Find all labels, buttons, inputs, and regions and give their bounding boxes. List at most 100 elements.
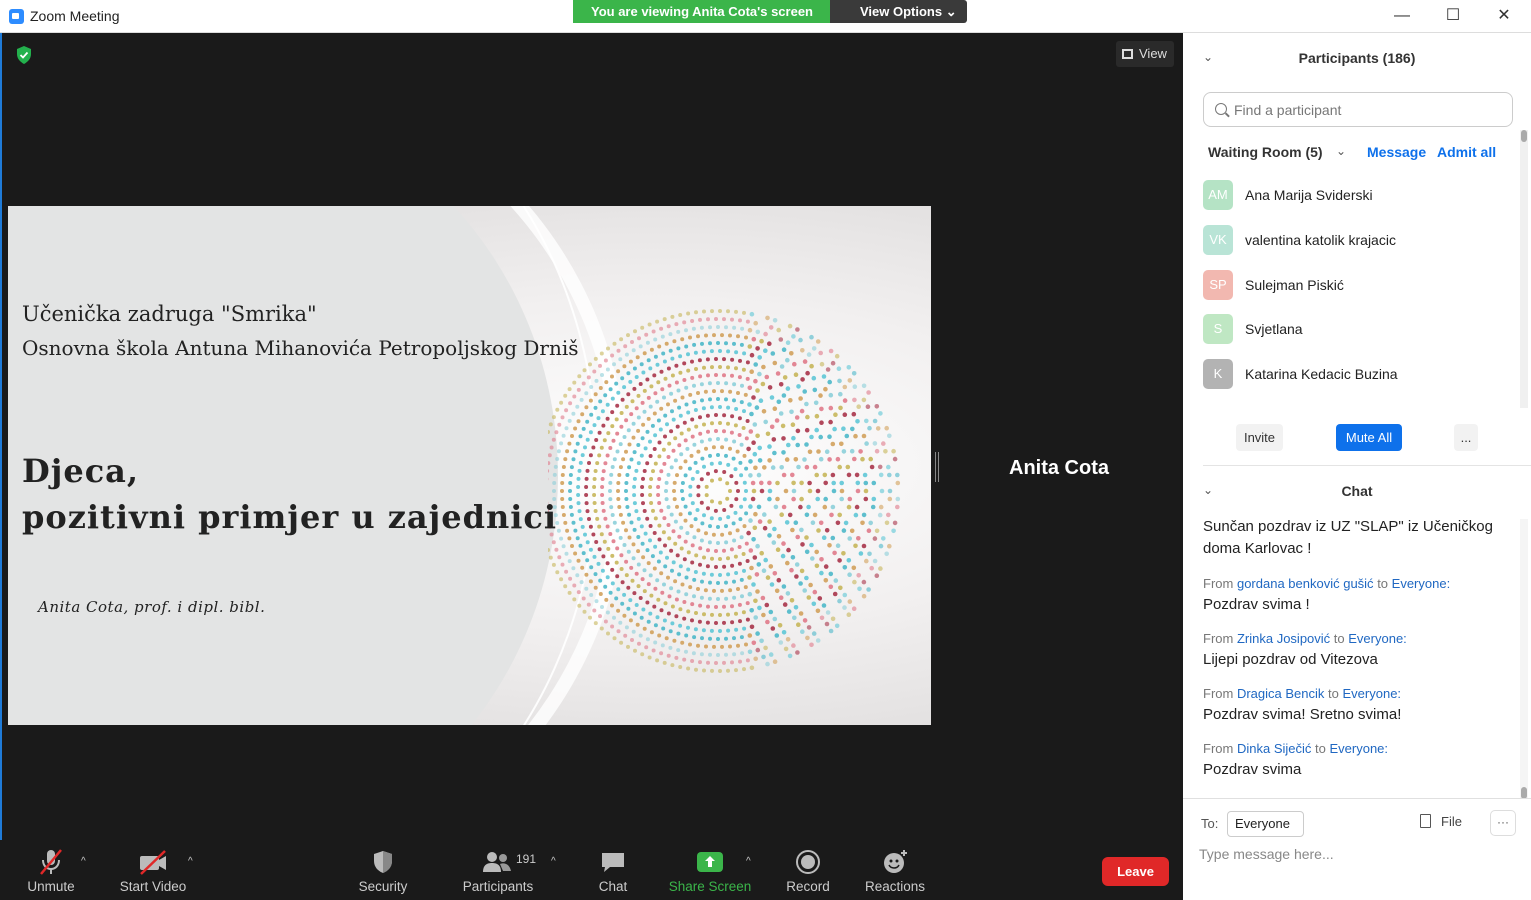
screen-share-banner: You are viewing Anita Cota's screen View… — [573, 0, 967, 23]
sender-name[interactable]: gordana benković gušić — [1237, 576, 1374, 591]
sender-name[interactable]: Dragica Bencik — [1237, 686, 1324, 701]
from-word: From — [1203, 741, 1234, 756]
audio-options-caret-icon[interactable]: ^ — [81, 856, 86, 867]
recipient-dropdown[interactable]: Everyone ⌄ — [1227, 811, 1304, 855]
share-screen-button[interactable]: Share Screen — [668, 848, 752, 894]
participants-scroll-thumb[interactable] — [1521, 130, 1527, 142]
participants-button[interactable]: 191 Participants — [459, 848, 537, 894]
avatar: S — [1203, 314, 1233, 344]
reactions-label: Reactions — [864, 879, 926, 894]
start-video-button[interactable]: Start Video — [116, 848, 190, 894]
close-button[interactable]: ✕ — [1484, 4, 1524, 28]
avatar: SP — [1203, 270, 1233, 300]
recipient-name: Everyone: — [1391, 576, 1451, 591]
avatar: AM — [1203, 180, 1233, 210]
waiting-participant-row[interactable]: SP Sulejman Piskić — [1203, 270, 1503, 302]
muted-microphone-icon — [40, 849, 62, 875]
chat-message: Sunčan pozdrav iz UZ "SLAP" iz Učeničkog… — [1203, 516, 1503, 560]
slide-school-line1: Učenička zadruga "Smrika" — [22, 302, 317, 326]
recipient-name: Everyone: — [1348, 631, 1407, 646]
avatar: VK — [1203, 225, 1233, 255]
split-view-handle[interactable] — [935, 452, 939, 482]
chat-message-sender: From Dinka Siječić to Everyone: — [1203, 741, 1503, 756]
view-button[interactable]: View — [1116, 41, 1174, 67]
chat-title: Chat — [1341, 483, 1373, 499]
invite-button[interactable]: Invite — [1236, 424, 1283, 451]
chat-message-text: Pozdrav svima! Sretno svima! — [1203, 706, 1402, 723]
window-title: Zoom Meeting — [30, 8, 120, 24]
sender-name[interactable]: Zrinka Josipović — [1237, 631, 1330, 646]
participant-name: valentina katolik krajacic — [1245, 232, 1396, 248]
view-label: View — [1139, 46, 1167, 61]
waiting-participant-row[interactable]: VK valentina katolik krajacic — [1203, 225, 1503, 257]
start-video-label: Start Video — [119, 879, 187, 894]
participants-title: Participants (186) — [1298, 50, 1416, 66]
slide-author: Anita Cota, prof. i dipl. bibl. — [38, 598, 266, 616]
participant-search-box[interactable] — [1203, 92, 1513, 127]
chat-message: From Dinka Siječić to Everyone: Pozdrav … — [1203, 741, 1503, 781]
participants-scrollbar[interactable] — [1520, 130, 1528, 408]
participant-search-input[interactable] — [1234, 99, 1504, 121]
view-options-button[interactable]: View Options ⌄ — [830, 0, 967, 23]
waiting-room-label: Waiting Room (5) — [1208, 144, 1323, 160]
video-off-icon — [140, 850, 166, 875]
maximize-button[interactable]: ☐ — [1433, 4, 1473, 28]
file-icon — [1420, 814, 1431, 828]
to-word: to — [1333, 631, 1345, 646]
chat-message-input[interactable] — [1199, 843, 1509, 865]
panel-divider — [1203, 465, 1531, 466]
chat-button[interactable]: Chat — [594, 848, 632, 894]
more-options-button[interactable]: ... — [1454, 424, 1478, 451]
admit-all-link[interactable]: Admit all — [1437, 144, 1496, 160]
waiting-room-row: Waiting Room (5) ⌄ Message Admit all — [1208, 144, 1513, 164]
participants-icon — [483, 852, 511, 872]
meeting-toolbar: Unmute ^ Start Video ^ Security 191 Part… — [0, 840, 1183, 900]
record-icon — [796, 850, 820, 874]
waiting-participant-row[interactable]: AM Ana Marija Sviderski — [1203, 180, 1503, 212]
waiting-participant-row[interactable]: S Svjetlana — [1203, 314, 1503, 346]
minimize-button[interactable]: — — [1382, 4, 1422, 28]
participant-name: Svjetlana — [1245, 321, 1303, 337]
compose-divider — [1183, 798, 1531, 799]
security-shield-icon — [374, 851, 392, 873]
file-label: File — [1441, 814, 1462, 829]
share-options-caret-icon[interactable]: ^ — [746, 856, 751, 867]
video-options-caret-icon[interactable]: ^ — [188, 856, 193, 867]
from-word: From — [1203, 631, 1234, 646]
chat-message-text: Pozdrav svima — [1203, 761, 1302, 778]
waiting-participant-row[interactable]: K Katarina Kedacic Buzina — [1203, 359, 1503, 391]
participants-options-caret-icon[interactable]: ^ — [551, 856, 556, 867]
unmute-button[interactable]: Unmute — [22, 848, 80, 894]
reactions-button[interactable]: Reactions — [863, 848, 927, 894]
sender-name[interactable]: Dinka Siječić — [1237, 741, 1311, 756]
chat-scrollbar[interactable] — [1520, 519, 1528, 799]
recipient-name: Everyone: — [1342, 686, 1402, 701]
chat-message: From Zrinka Josipović to Everyone: Lijep… — [1203, 631, 1503, 671]
leave-button[interactable]: Leave — [1102, 857, 1169, 886]
security-button[interactable]: Security — [354, 848, 412, 894]
side-panel: ⌄ Participants (186) Waiting Room (5) ⌄ … — [1183, 33, 1531, 900]
share-screen-label: Share Screen — [668, 879, 752, 894]
presenter-name: Anita Cota — [1009, 457, 1109, 479]
to-word: to — [1328, 686, 1339, 701]
reactions-smiley-icon — [884, 850, 907, 873]
waiting-room-message-link[interactable]: Message — [1367, 144, 1426, 160]
chat-message: From gordana benković gušić to Everyone:… — [1203, 576, 1503, 616]
participant-name: Katarina Kedacic Buzina — [1245, 366, 1398, 382]
encryption-shield-icon[interactable] — [16, 46, 32, 64]
unmute-label: Unmute — [27, 879, 75, 894]
chat-more-button[interactable]: ··· — [1490, 810, 1516, 836]
chat-bubble-icon — [602, 853, 624, 872]
file-button[interactable]: File — [1420, 814, 1462, 829]
from-word: From — [1203, 686, 1234, 701]
mute-all-button[interactable]: Mute All — [1336, 424, 1402, 451]
participant-count: 191 — [516, 852, 537, 866]
search-icon — [1215, 103, 1227, 115]
record-button[interactable]: Record — [782, 848, 834, 894]
participant-name: Sulejman Piskić — [1245, 277, 1344, 293]
waiting-room-chevron-icon[interactable]: ⌄ — [1336, 144, 1346, 158]
share-screen-icon — [697, 852, 723, 872]
to-word: to — [1377, 576, 1389, 591]
zoom-app-icon — [9, 9, 24, 24]
chat-message: From Dragica Bencik to Everyone: Pozdrav… — [1203, 686, 1503, 726]
